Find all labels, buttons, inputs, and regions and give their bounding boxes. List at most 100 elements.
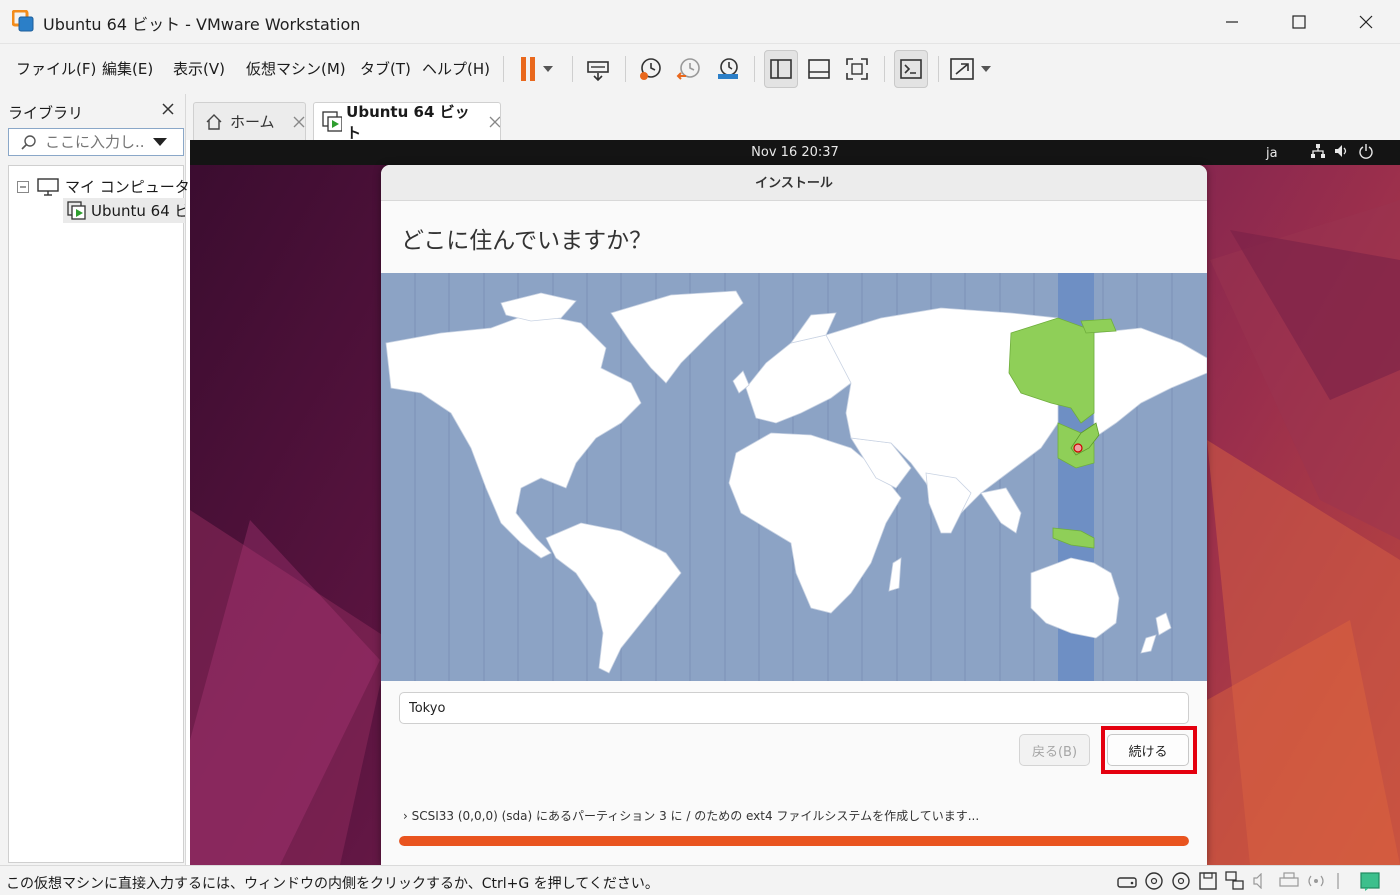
library-close-button[interactable]	[162, 100, 174, 120]
close-icon	[162, 103, 174, 115]
toolbar-separator	[938, 56, 939, 82]
clock[interactable]: Nov 16 20:37	[190, 145, 1400, 160]
hard-disk-icon[interactable]	[1116, 870, 1138, 892]
install-progress-bar	[399, 836, 1189, 846]
tree-item-my-computer[interactable]: マイ コンピュータ	[17, 176, 190, 197]
minimize-icon	[1226, 21, 1238, 23]
maximize-button[interactable]	[1266, 0, 1332, 44]
home-icon	[206, 113, 222, 130]
dropdown-arrow-icon[interactable]	[153, 137, 167, 147]
library-panel: ライブラリ マイ コンピュータ	[0, 94, 190, 865]
network-adapter-icon[interactable]	[1224, 870, 1246, 892]
toolbar-separator	[503, 56, 504, 82]
vm-running-icon	[322, 110, 343, 132]
tab-home[interactable]: ホーム	[193, 102, 306, 140]
menu-toolbar: ファイル(F) 編集(E) 表示(V) 仮想マシン(M) タブ(T) ヘルプ(H…	[0, 44, 1400, 94]
keyboard-layout-indicator[interactable]: ja	[1266, 146, 1278, 161]
status-message: この仮想マシンに直接入力するには、ウィンドウの内側をクリックするか、Ctrl+G…	[6, 876, 659, 892]
console-view-button[interactable]	[894, 50, 928, 88]
timezone-input[interactable]	[399, 692, 1189, 724]
pause-icon	[521, 57, 553, 81]
close-icon[interactable]	[489, 116, 500, 128]
annotation-highlight-box	[1101, 726, 1197, 774]
back-button[interactable]: 戻る(B)	[1019, 734, 1090, 766]
tree-item-my-computer-label: マイ コンピュータ	[65, 178, 190, 196]
revert-snapshot-icon	[676, 58, 700, 80]
system-tray[interactable]	[1310, 143, 1374, 159]
menu-file[interactable]: ファイル(F)	[16, 58, 96, 79]
display-icon[interactable]	[1332, 870, 1354, 892]
tree-item-ubuntu-vm[interactable]: Ubuntu 64 ビット	[63, 198, 185, 223]
tree-item-ubuntu-label: Ubuntu 64 ビット	[91, 202, 185, 220]
cd-dvd-2-icon[interactable]	[1170, 870, 1192, 892]
window-title: Ubuntu 64 ビット - VMware Workstation	[43, 15, 361, 34]
menu-help[interactable]: ヘルプ(H)	[422, 58, 490, 79]
library-search-box[interactable]	[8, 128, 184, 156]
cd-dvd-icon[interactable]	[1143, 870, 1165, 892]
expand-arrow-icon: ›	[403, 809, 412, 823]
minimize-button[interactable]	[1199, 0, 1265, 44]
library-layout-icon	[770, 59, 792, 79]
search-icon	[21, 135, 36, 150]
toolbar-separator	[572, 56, 573, 82]
menu-edit[interactable]: 編集(E)	[102, 58, 153, 79]
library-title: ライブラリ	[8, 104, 84, 122]
revert-snapshot-button[interactable]	[672, 50, 706, 88]
ubuntu-top-bar: Nov 16 20:37 ja	[190, 140, 1400, 165]
toolbar-separator	[884, 56, 885, 82]
menu-tabs[interactable]: タブ(T)	[360, 58, 411, 79]
vm-running-icon	[67, 200, 86, 220]
volume-icon	[1335, 145, 1347, 157]
close-window-button[interactable]	[1333, 0, 1399, 44]
install-progress-fill	[399, 836, 1189, 846]
show-thumbnail-button[interactable]	[802, 50, 836, 88]
library-search-input[interactable]	[45, 133, 145, 151]
close-icon[interactable]	[293, 116, 305, 128]
title-bar: Ubuntu 64 ビット - VMware Workstation	[0, 0, 1400, 44]
device-status-icons	[1116, 870, 1381, 892]
thumbnail-layout-icon	[808, 59, 830, 79]
show-library-button[interactable]	[764, 50, 798, 88]
printer-icon[interactable]	[1278, 870, 1300, 892]
take-snapshot-button[interactable]	[633, 50, 667, 88]
stretch-guest-button[interactable]	[946, 50, 998, 88]
tab-ubuntu[interactable]: Ubuntu 64 ビット	[313, 102, 501, 142]
send-ctrl-alt-del-button[interactable]	[580, 50, 616, 88]
vmware-logo-icon	[12, 10, 34, 32]
snapshot-manager-button[interactable]	[711, 50, 745, 88]
wireless-icon[interactable]	[1305, 870, 1327, 892]
suspend-button[interactable]	[512, 50, 562, 88]
sound-icon[interactable]	[1251, 870, 1273, 892]
menu-vm[interactable]: 仮想マシン(M)	[246, 58, 346, 79]
stretch-icon	[950, 58, 991, 80]
computer-icon	[37, 177, 59, 196]
close-icon	[1359, 15, 1373, 29]
installer-title: インストール	[381, 165, 1207, 201]
installer-window: インストール どこに住んでいますか？ Tokyo 戻る(B) 続ける › SCS…	[381, 165, 1207, 865]
status-bar: この仮想マシンに直接入力するには、ウィンドウの内側をクリックするか、Ctrl+G…	[0, 865, 1400, 895]
snapshot-manager-icon	[718, 58, 738, 79]
collapse-icon[interactable]	[17, 180, 29, 193]
snapshot-icon	[640, 58, 661, 80]
power-icon	[1359, 144, 1373, 159]
send-keys-icon	[587, 61, 609, 82]
maximize-icon	[1292, 15, 1306, 29]
fullscreen-icon	[846, 58, 868, 80]
menu-view[interactable]: 表示(V)	[173, 58, 225, 79]
toolbar-separator	[754, 56, 755, 82]
install-progress-message: SCSI33 (0,0,0) (sda) にあるパーティション 3 に / のた…	[411, 809, 980, 823]
timezone-map[interactable]	[381, 273, 1207, 681]
message-icon[interactable]	[1359, 870, 1381, 892]
tab-ubuntu-label: Ubuntu 64 ビット	[346, 102, 470, 142]
vm-console[interactable]: Nov 16 20:37 ja インストール どこに住んでいますか？ Tokyo…	[190, 140, 1400, 865]
installer-question: どこに住んでいますか？	[401, 228, 653, 254]
terminal-icon	[900, 59, 922, 79]
tab-bar: ホーム Ubuntu 64 ビット	[186, 94, 1400, 142]
full-screen-button[interactable]	[840, 50, 874, 88]
library-tree: マイ コンピュータ Ubuntu 64 ビット	[8, 165, 190, 863]
floppy-icon[interactable]	[1197, 870, 1219, 892]
network-icon	[1311, 144, 1325, 158]
install-progress-text[interactable]: › SCSI33 (0,0,0) (sda) にあるパーティション 3 に / …	[403, 807, 979, 824]
tab-home-label: ホーム	[230, 113, 275, 131]
selected-city-pin	[1073, 443, 1083, 453]
